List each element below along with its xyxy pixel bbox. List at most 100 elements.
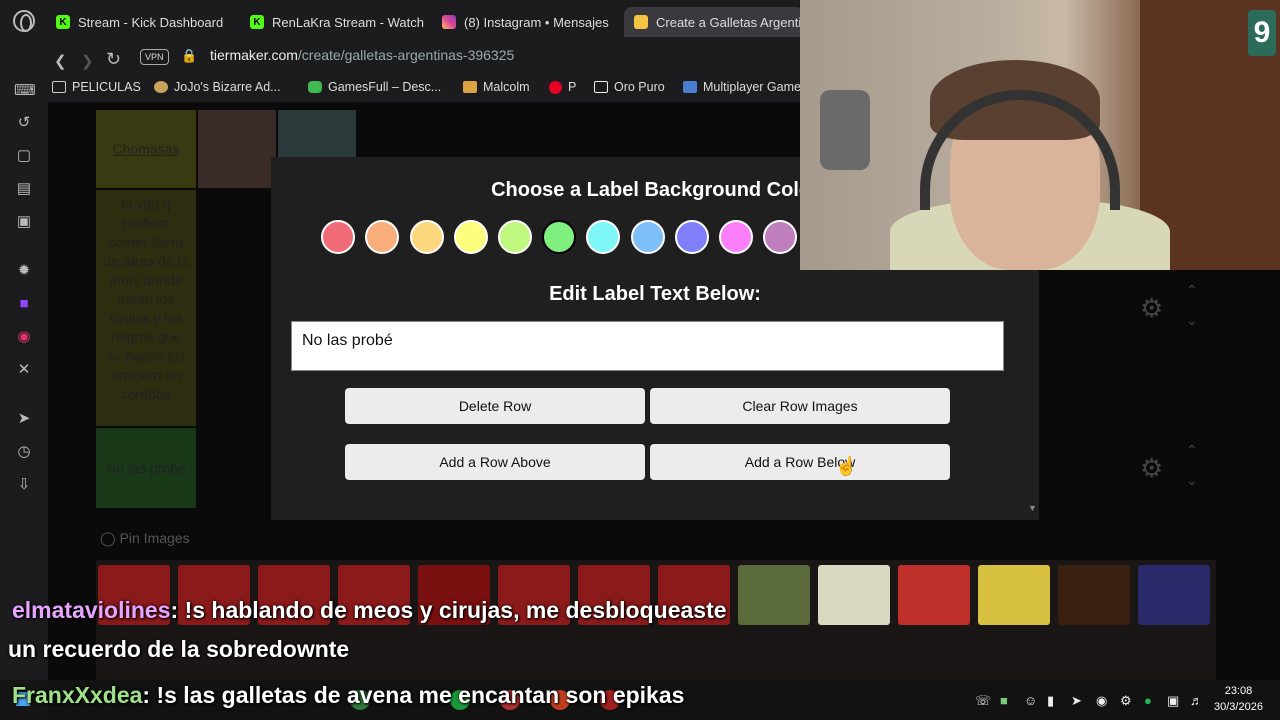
volume-icon[interactable]: ♬ — [1190, 693, 1203, 708]
bookmark-label: Oro Puro — [614, 80, 665, 94]
tab-instagram[interactable]: (8) Instagram • Mensajes — [432, 7, 622, 37]
bookmark-multiplayer[interactable]: Multiplayer Game — [683, 80, 801, 94]
add-row-below-button[interactable]: Add a Row Below — [650, 444, 950, 480]
pinterest-icon — [549, 80, 562, 94]
color-swatch-light-orange[interactable] — [410, 220, 444, 254]
tier-item-image[interactable] — [198, 110, 276, 188]
tab-kick-dashboard[interactable]: K Stream - Kick Dashboard — [46, 7, 236, 37]
back-icon[interactable]: ❮ — [54, 52, 67, 70]
app-tray-icon[interactable]: ◉ — [1096, 693, 1107, 709]
edit-label-title: Edit Label Text Below: — [549, 283, 761, 305]
m-icon[interactable]: ▣ — [14, 212, 34, 232]
taskbar-clock[interactable]: 23:08 30/3/2026 — [1214, 683, 1263, 715]
bookmark-label: Multiplayer Game — [703, 80, 801, 94]
cookie-image[interactable] — [1058, 565, 1130, 625]
bag-icon[interactable]: ▢ — [14, 146, 34, 166]
tier-label-text: Chomasas — [112, 141, 180, 157]
bookmark-label: GamesFull – Desc... — [328, 80, 442, 94]
row-down-chevron-icon[interactable]: ⌄ — [1186, 312, 1198, 329]
pin-images-label: Pin Images — [119, 530, 190, 546]
color-swatch-green-selected[interactable] — [542, 220, 576, 254]
cookie-image[interactable] — [898, 565, 970, 625]
instagram-icon[interactable]: ◉ — [14, 327, 34, 347]
tier-label-1[interactable]: Chomasas — [96, 110, 196, 188]
controller-icon[interactable]: ⌨ — [14, 81, 36, 101]
notion-icon — [594, 81, 608, 93]
spotify-icon[interactable]: ● — [1144, 693, 1152, 708]
download-icon[interactable]: ⇩ — [14, 475, 34, 495]
color-swatch-cyan[interactable] — [586, 220, 620, 254]
jojo-icon — [154, 81, 168, 93]
clear-row-images-button[interactable]: Clear Row Images — [650, 388, 950, 424]
row-down-chevron-icon[interactable]: ⌄ — [1186, 472, 1198, 489]
row-settings-gear-icon[interactable]: ⚙ — [1140, 453, 1163, 484]
scroll-down-icon[interactable]: ▼ — [1028, 503, 1037, 513]
tier-label-2[interactable]: la vdd q prefiero comer tierra de atras … — [96, 190, 196, 426]
nvidia-icon[interactable]: ■ — [1000, 693, 1008, 708]
chat-message-1-continuation: un recuerdo de la sobredownte — [8, 636, 350, 662]
bookmark-jojo[interactable]: JoJo's Bizarre Ad... — [154, 80, 281, 94]
settings-tray-icon[interactable]: ⚙ — [1120, 693, 1132, 709]
url-field[interactable]: tiermaker.com/create/galletas-argentinas… — [210, 47, 514, 63]
x-icon[interactable]: ✕ — [14, 360, 34, 380]
network-icon[interactable]: ▣ — [1167, 693, 1179, 709]
tier-label-3[interactable]: No las probé — [96, 428, 196, 508]
row-settings-gear-icon[interactable]: ⚙ — [1140, 293, 1163, 324]
whatsapp-icon[interactable]: ☏ — [975, 693, 991, 709]
pin-images-toggle[interactable]: ◯ Pin Images — [100, 530, 190, 547]
lock-icon[interactable]: 🔒 — [181, 48, 197, 64]
opera-logo-icon[interactable] — [13, 10, 35, 32]
corner-badge: 9 — [1248, 10, 1276, 56]
gamepad-icon — [308, 81, 322, 93]
malcolm-icon — [463, 81, 477, 93]
color-swatch-blue[interactable] — [675, 220, 709, 254]
color-swatch-light-blue[interactable] — [631, 220, 665, 254]
bookmark-oro-puro[interactable]: Oro Puro — [594, 80, 665, 94]
color-swatch-purple[interactable] — [763, 220, 797, 254]
discord-icon[interactable]: ☺ — [1024, 693, 1037, 708]
folder-icon — [52, 81, 66, 93]
speed-dial-icon[interactable]: ↺ — [14, 113, 34, 133]
twitch-rail-icon[interactable]: ▤ — [14, 179, 34, 199]
tab-tiermaker[interactable]: Create a Galletas Argentin — [624, 7, 804, 37]
twitch-icon[interactable]: ■ — [14, 294, 34, 314]
row-up-chevron-icon[interactable]: ⌃ — [1186, 282, 1198, 299]
telegram-icon[interactable]: ➤ — [1071, 693, 1082, 709]
forward-icon[interactable]: ❯ — [81, 52, 94, 70]
kick-icon: K — [250, 15, 264, 29]
clock-time: 23:08 — [1224, 685, 1253, 697]
url-host: tiermaker.com — [210, 47, 298, 63]
bookmark-label: JoJo's Bizarre Ad... — [174, 80, 281, 94]
color-swatch-red[interactable] — [321, 220, 355, 254]
signal-icon[interactable]: ▮ — [1047, 693, 1054, 709]
bookmark-label: PELICULAS — [72, 80, 141, 94]
delete-row-button[interactable]: Delete Row — [345, 388, 645, 424]
cookie-image[interactable] — [1138, 565, 1210, 625]
vpn-badge[interactable]: VPN — [140, 49, 169, 65]
color-swatch-orange[interactable] — [365, 220, 399, 254]
history-icon[interactable]: ◷ — [14, 442, 34, 462]
tier-label-text: la vdd q prefiero comer tierra de atras … — [103, 196, 189, 402]
add-row-above-button[interactable]: Add a Row Above — [345, 444, 645, 480]
bookmark-gamesfull[interactable]: GamesFull – Desc... — [308, 80, 441, 94]
tier-label-text: No las probé — [106, 460, 186, 476]
chatgpt-icon[interactable]: ✹ — [14, 261, 34, 281]
row-up-chevron-icon[interactable]: ⌃ — [1186, 442, 1198, 459]
cookie-image[interactable] — [818, 565, 890, 625]
tab-label: Stream - Kick Dashboard — [78, 14, 224, 30]
bookmark-pinterest[interactable]: P — [549, 80, 576, 94]
color-swatch-pink[interactable] — [719, 220, 753, 254]
cookie-image[interactable] — [738, 565, 810, 625]
cookie-image[interactable] — [978, 565, 1050, 625]
send-icon[interactable]: ➤ — [14, 409, 34, 429]
chat-username: elmataviolines — [12, 597, 171, 623]
tab-renlakra-stream[interactable]: K RenLaKra Stream - Watch — [240, 7, 430, 37]
multiplayer-icon — [683, 81, 697, 93]
bookmark-peliculas[interactable]: PELICULAS — [52, 80, 141, 94]
bookmark-malcolm[interactable]: Malcolm — [463, 80, 530, 94]
color-swatch-yellow[interactable] — [454, 220, 488, 254]
chat-text: : !s las galletas de avena me encantan s… — [142, 682, 685, 708]
label-text-input[interactable]: No las probé — [291, 321, 1004, 371]
reload-icon[interactable]: ↻ — [106, 49, 121, 70]
color-swatch-lime[interactable] — [498, 220, 532, 254]
